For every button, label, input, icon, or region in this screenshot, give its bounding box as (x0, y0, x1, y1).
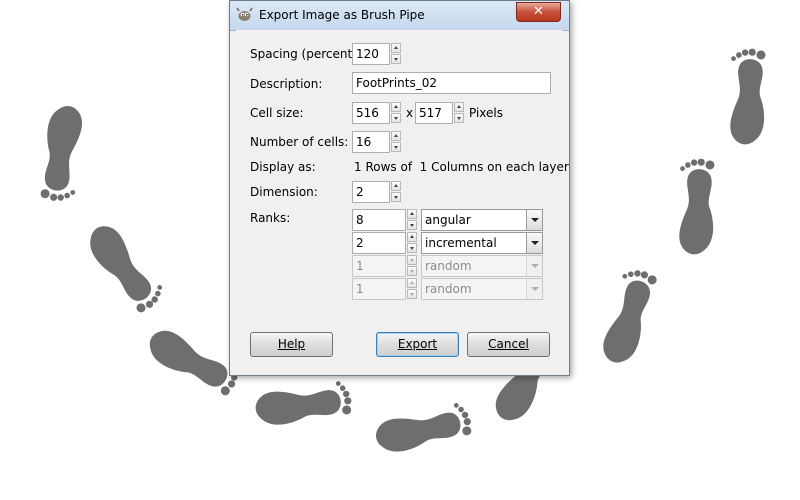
description-label: Description: (250, 77, 323, 91)
rank-4-input: 1 (352, 278, 406, 300)
chevron-down-icon (526, 233, 542, 253)
spacing-label: Spacing (percent): (250, 47, 361, 61)
dialog-content: Spacing (percent): 120 Description: Foot… (236, 30, 569, 369)
export-button-label: Export (397, 337, 438, 351)
number-of-cells-spinner[interactable] (391, 131, 401, 153)
cell-size-label: Cell size: (250, 106, 304, 120)
gimp-icon (236, 7, 253, 21)
footprint-icon (603, 270, 657, 363)
display-as-value: 1 Rows of 1 Columns on each layer (354, 160, 569, 174)
ranks-label: Ranks: (250, 211, 291, 225)
cell-size-unit: Pixels (469, 106, 504, 120)
chevron-down-icon (526, 210, 542, 230)
cell-height-spinner[interactable] (454, 102, 464, 124)
rank-1-spinner[interactable] (407, 209, 417, 231)
number-of-cells-label: Number of cells: (250, 135, 349, 149)
number-of-cells-input[interactable]: 16 (352, 131, 390, 153)
description-input[interactable]: FootPrints_02 (352, 72, 551, 94)
close-button[interactable]: ✕ (516, 2, 561, 22)
rank-3-spinner (407, 255, 417, 277)
rank-3-input: 1 (352, 255, 406, 277)
cell-size-separator: x (406, 106, 414, 120)
rank-3-mode-value: random (425, 259, 472, 273)
rank-4-mode-value: random (425, 282, 472, 296)
dimension-spinner[interactable] (391, 181, 401, 203)
footprint-icon (730, 48, 766, 145)
cancel-button-label: Cancel (488, 337, 529, 351)
rank-1-mode-select[interactable]: angular (421, 209, 543, 231)
spacing-input[interactable]: 120 (352, 43, 390, 65)
help-button[interactable]: Help (250, 332, 333, 357)
chevron-down-icon (526, 256, 542, 276)
footprint-icon (90, 226, 163, 313)
rank-4-mode-select: random (421, 278, 543, 300)
cell-width-input[interactable]: 516 (352, 102, 390, 124)
rank-2-mode-value: incremental (425, 236, 497, 250)
footprint-icon (40, 105, 82, 201)
chevron-down-icon (526, 279, 542, 299)
rank-2-spinner[interactable] (407, 232, 417, 254)
dimension-input[interactable]: 2 (352, 181, 390, 203)
export-button[interactable]: Export (376, 332, 459, 357)
spacing-spinner[interactable] (391, 43, 401, 65)
footprint-icon (679, 158, 715, 255)
cancel-button[interactable]: Cancel (467, 332, 550, 357)
rank-1-mode-value: angular (425, 213, 471, 227)
dimension-label: Dimension: (250, 185, 318, 199)
rank-2-input[interactable]: 2 (352, 232, 406, 254)
footprint-icon (255, 381, 352, 425)
cell-width-spinner[interactable] (391, 102, 401, 124)
rank-2-mode-select[interactable]: incremental (421, 232, 543, 254)
rank-4-spinner (407, 278, 417, 300)
export-brush-pipe-dialog: Export Image as Brush Pipe ✕ Spacing (pe… (229, 0, 570, 376)
window-title: Export Image as Brush Pipe (259, 8, 425, 22)
title-bar: Export Image as Brush Pipe ✕ (230, 1, 569, 31)
rank-1-input[interactable]: 8 (352, 209, 406, 231)
display-as-label: Display as: (250, 160, 316, 174)
cell-height-input[interactable]: 517 (415, 102, 453, 124)
rank-3-mode-select: random (421, 255, 543, 277)
help-button-label: Help (277, 337, 306, 351)
footprint-icon (375, 402, 472, 452)
